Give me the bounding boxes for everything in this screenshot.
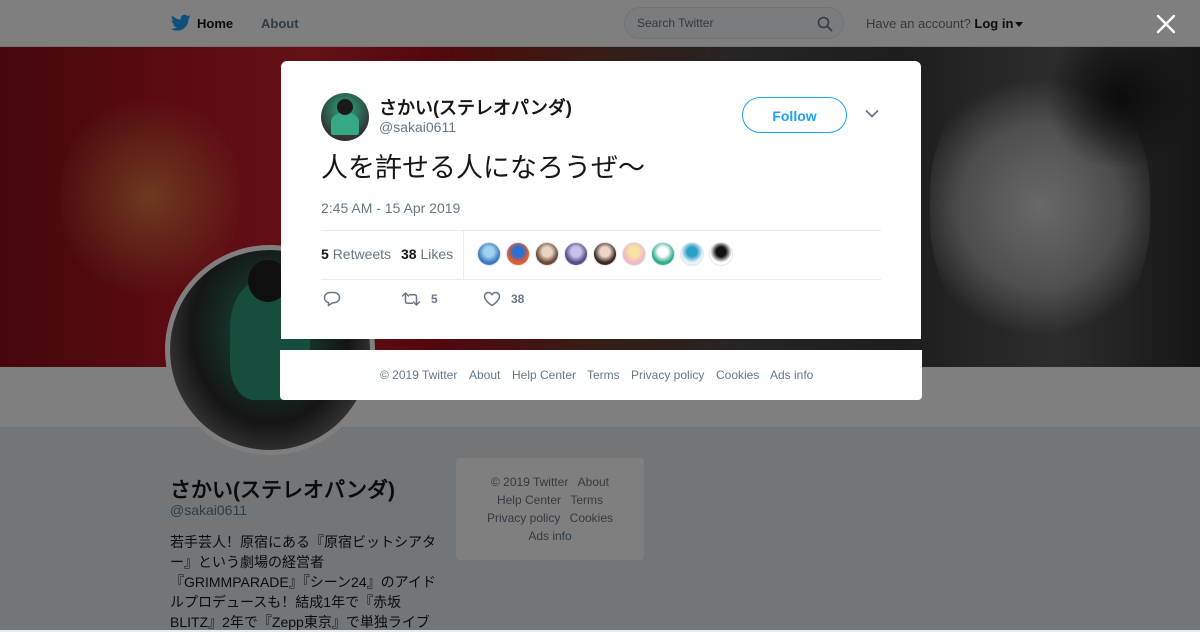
- avatar-figure-head: [337, 99, 353, 115]
- retweet-icon: [401, 292, 421, 306]
- liker-avatar[interactable]: [651, 242, 675, 266]
- reply-icon: [323, 291, 341, 307]
- like-button[interactable]: 38: [483, 287, 543, 311]
- retweets-stat[interactable]: 5 Retweets: [321, 246, 391, 262]
- footer-ads-link[interactable]: Ads info: [770, 368, 813, 382]
- liker-avatar[interactable]: [593, 242, 617, 266]
- tweet-modal: さかい(ステレオパンダ) @sakai0611 Follow 人を許せる人になろ…: [281, 61, 921, 339]
- footer-cookies-link[interactable]: Cookies: [716, 368, 759, 382]
- liker-avatar[interactable]: [680, 242, 704, 266]
- tweet-actions: 5 38: [321, 287, 881, 311]
- avatar-figure: [331, 113, 359, 135]
- retweets-label: Retweets: [332, 246, 392, 262]
- like-action-count: 38: [511, 292, 525, 306]
- footer-privacy-link[interactable]: Privacy policy: [631, 368, 704, 382]
- heart-icon: [483, 291, 501, 307]
- footer-terms-link[interactable]: Terms: [587, 368, 620, 382]
- footer-about-link[interactable]: About: [469, 368, 500, 382]
- footer-help-link[interactable]: Help Center: [512, 368, 576, 382]
- liker-avatar[interactable]: [477, 242, 501, 266]
- retweets-count: 5: [321, 246, 329, 262]
- tweet-timestamp[interactable]: 2:45 AM - 15 Apr 2019: [321, 200, 460, 216]
- retweet-button[interactable]: 5: [401, 287, 451, 311]
- liker-avatar[interactable]: [564, 242, 588, 266]
- chevron-down-icon[interactable]: [865, 109, 879, 119]
- likes-stat[interactable]: 38 Likes: [401, 246, 453, 262]
- tweet-author-name[interactable]: さかい(ステレオパンダ): [379, 94, 572, 120]
- tweet-stats: 5 Retweets 38 Likes: [321, 230, 881, 280]
- reply-button[interactable]: [321, 287, 351, 311]
- tweet-author-handle[interactable]: @sakai0611: [379, 119, 456, 135]
- liker-avatar[interactable]: [622, 242, 646, 266]
- stats-divider: [463, 231, 464, 279]
- close-icon[interactable]: [1154, 12, 1178, 36]
- retweet-action-count: 5: [431, 292, 438, 306]
- footer-copyright: © 2019 Twitter: [380, 368, 458, 382]
- liker-avatar[interactable]: [535, 242, 559, 266]
- liker-avatar[interactable]: [506, 242, 530, 266]
- follow-button[interactable]: Follow: [742, 97, 847, 133]
- likes-count: 38: [401, 246, 417, 262]
- tweet-author-avatar[interactable]: [321, 93, 369, 141]
- tweet-text: 人を許せる人になろうぜ〜: [321, 153, 645, 184]
- liker-avatar[interactable]: [709, 242, 733, 266]
- likes-label: Likes: [420, 246, 454, 262]
- modal-footer: © 2019 Twitter About Help Center Terms P…: [280, 350, 922, 400]
